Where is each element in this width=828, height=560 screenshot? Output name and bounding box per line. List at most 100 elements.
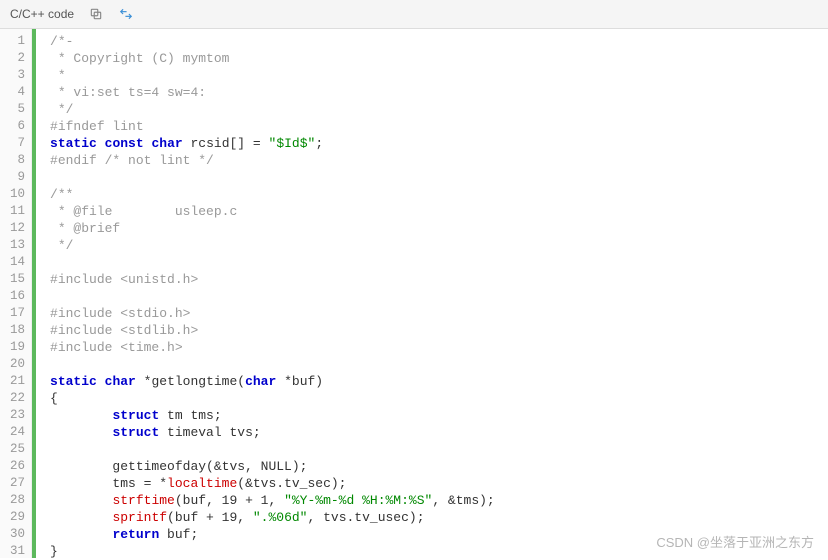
code-token: timeval tvs; [159,425,260,440]
code-token: * Copyright (C) mymtom [50,51,229,66]
code-content[interactable]: /*- * Copyright (C) mymtom * * vi:set ts… [36,29,828,558]
code-token: } [50,544,58,558]
code-token: tms = * [50,476,167,491]
code-line[interactable]: * @file usleep.c [50,203,828,220]
line-number: 22 [10,390,25,407]
code-token: *getlongtime( [136,374,245,389]
line-number: 13 [10,237,25,254]
code-token: (&tvs.tv_sec); [237,476,346,491]
code-line[interactable]: struct timeval tvs; [50,424,828,441]
code-line[interactable]: #include <stdlib.h> [50,322,828,339]
code-line[interactable] [50,288,828,305]
code-token: strftime [112,493,174,508]
code-token: localtime [167,476,237,491]
code-line[interactable]: /** [50,186,828,203]
code-line[interactable]: return buf; [50,526,828,543]
code-token: */ [50,238,73,253]
line-number: 19 [10,339,25,356]
line-number: 17 [10,305,25,322]
expand-icon[interactable] [118,6,134,22]
code-line[interactable]: struct tm tms; [50,407,828,424]
code-line[interactable]: /*- [50,33,828,50]
line-number: 15 [10,271,25,288]
line-number: 7 [10,135,25,152]
code-token: #include <unistd.h> [50,272,198,287]
code-token [50,408,112,423]
code-line[interactable]: */ [50,237,828,254]
code-token [97,374,105,389]
code-line[interactable]: */ [50,101,828,118]
code-line[interactable]: sprintf(buf + 19, ".%06d", tvs.tv_usec); [50,509,828,526]
code-token: static [50,374,97,389]
line-number: 1 [10,33,25,50]
line-number: 29 [10,509,25,526]
code-line[interactable]: #endif /* not lint */ [50,152,828,169]
code-token: *buf) [276,374,323,389]
code-line[interactable]: static char *getlongtime(char *buf) [50,373,828,390]
code-token: return [112,527,159,542]
copy-icon[interactable] [88,6,104,22]
code-token: struct [112,425,159,440]
code-line[interactable]: #include <time.h> [50,339,828,356]
code-token: #endif [50,153,105,168]
line-number: 12 [10,220,25,237]
line-number-gutter: 1234567891011121314151617181920212223242… [0,29,32,558]
code-line[interactable] [50,254,828,271]
line-number: 8 [10,152,25,169]
code-line[interactable]: #ifndef lint [50,118,828,135]
code-token: char [151,136,182,151]
code-token: ; [315,136,323,151]
code-line[interactable]: } [50,543,828,558]
code-token: char [105,374,136,389]
code-line[interactable]: * Copyright (C) mymtom [50,50,828,67]
code-token: ".%06d" [253,510,308,525]
language-label: C/C++ code [10,7,74,21]
code-token: "$Id$" [269,136,316,151]
code-token: /*- [50,34,73,49]
code-line[interactable] [50,356,828,373]
line-number: 24 [10,424,25,441]
code-token: const [105,136,144,151]
code-line[interactable]: #include <unistd.h> [50,271,828,288]
code-token: , tvs.tv_usec); [307,510,424,525]
code-token: sprintf [112,510,167,525]
code-line[interactable]: strftime(buf, 19 + 1, "%Y-%m-%d %H:%M:%S… [50,492,828,509]
code-line[interactable]: static const char rcsid[] = "$Id$"; [50,135,828,152]
code-token: #ifndef lint [50,119,144,134]
code-token [50,425,112,440]
code-line[interactable]: #include <stdio.h> [50,305,828,322]
code-token: static [50,136,97,151]
code-token: #include <stdio.h> [50,306,190,321]
line-number: 25 [10,441,25,458]
code-token: struct [112,408,159,423]
code-token: * vi:set ts=4 sw=4: [50,85,206,100]
line-number: 20 [10,356,25,373]
code-line[interactable]: * vi:set ts=4 sw=4: [50,84,828,101]
code-line[interactable]: * [50,67,828,84]
code-token: (buf, 19 + 1, [175,493,284,508]
code-header: C/C++ code [0,0,828,29]
code-token: char [245,374,276,389]
line-number: 6 [10,118,25,135]
line-number: 10 [10,186,25,203]
line-number: 30 [10,526,25,543]
code-token: tm tms; [159,408,221,423]
code-token: buf; [159,527,198,542]
code-line[interactable] [50,169,828,186]
line-number: 4 [10,84,25,101]
code-token: "%Y-%m-%d %H:%M:%S" [284,493,432,508]
code-line[interactable]: * @brief [50,220,828,237]
code-line[interactable]: gettimeofday(&tvs, NULL); [50,458,828,475]
code-line[interactable]: { [50,390,828,407]
line-number: 21 [10,373,25,390]
line-number: 27 [10,475,25,492]
code-line[interactable]: tms = *localtime(&tvs.tv_sec); [50,475,828,492]
line-number: 26 [10,458,25,475]
line-number: 16 [10,288,25,305]
code-token: gettimeofday(&tvs, NULL); [50,459,307,474]
code-token [50,510,112,525]
line-number: 28 [10,492,25,509]
code-line[interactable] [50,441,828,458]
line-number: 2 [10,50,25,67]
line-number: 14 [10,254,25,271]
